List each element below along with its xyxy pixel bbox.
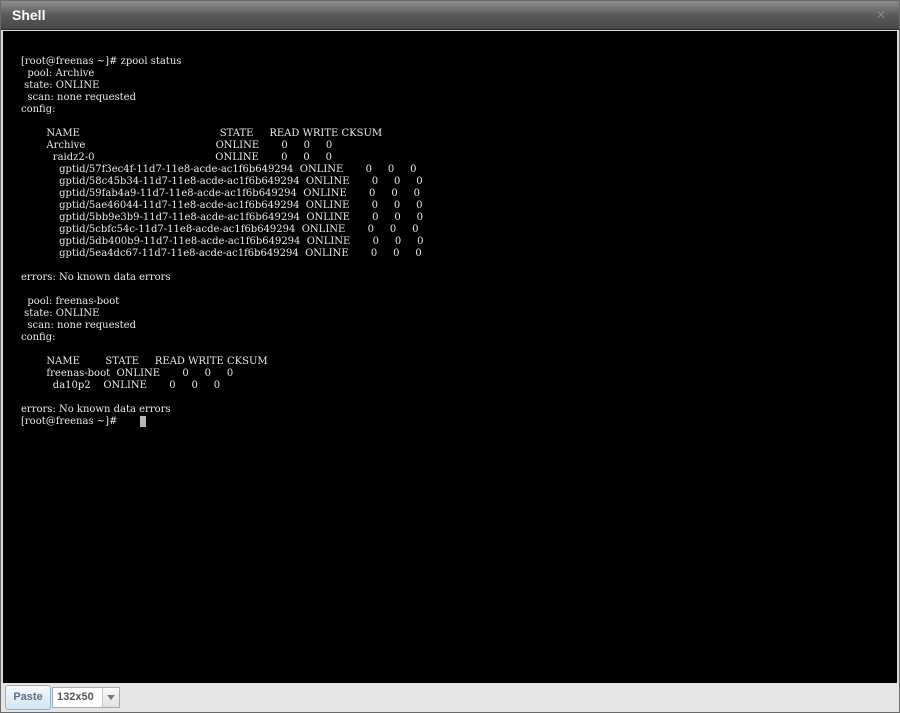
terminal-line: pool: Archive — [21, 68, 95, 79]
terminal-size-select[interactable]: 132x50 — [52, 687, 120, 708]
terminal-line: gptid/58c45b34-11d7-11e8-acde-ac1f6b6492… — [21, 176, 423, 187]
terminal-line: config: — [21, 104, 56, 115]
terminal-line: NAME STATE READ WRITE CKSUM — [21, 128, 383, 139]
terminal-line: da10p2 ONLINE 0 0 0 — [21, 380, 221, 391]
terminal-line: config: — [21, 332, 56, 343]
terminal-line: [root@freenas ~]# — [21, 416, 121, 427]
bottom-toolbar: Paste 132x50 — [1, 683, 899, 712]
terminal-line: pool: freenas-boot — [21, 296, 120, 307]
terminal-lines: [root@freenas ~]# zpool status pool: Arc… — [21, 56, 423, 428]
terminal-output[interactable]: [root@freenas ~]# zpool status pool: Arc… — [3, 31, 897, 683]
terminal-line: gptid/5ae46044-11d7-11e8-acde-ac1f6b6492… — [21, 200, 423, 211]
terminal-line: state: ONLINE — [21, 308, 100, 319]
terminal-size-value: 132x50 — [57, 691, 94, 703]
terminal-line: gptid/5bb9e3b9-11d7-11e8-acde-ac1f6b6492… — [21, 212, 424, 223]
terminal-line: gptid/5db400b9-11d7-11e8-acde-ac1f6b6492… — [21, 236, 424, 247]
terminal-line: state: ONLINE — [21, 80, 100, 91]
terminal-line: NAME STATE READ WRITE CKSUM — [21, 356, 268, 367]
terminal-line: errors: No known data errors — [21, 272, 171, 283]
window-title: Shell — [12, 7, 46, 23]
terminal-line: scan: none requested — [21, 320, 136, 331]
close-icon[interactable]: ✕ — [875, 9, 887, 21]
title-bar: Shell ✕ — [1, 1, 899, 30]
terminal-line: freenas-boot ONLINE 0 0 0 — [21, 368, 234, 379]
terminal-cursor — [140, 416, 146, 427]
paste-button[interactable]: Paste — [5, 685, 51, 710]
terminal-line: gptid/57f3ec4f-11d7-11e8-acde-ac1f6b6492… — [21, 164, 417, 175]
terminal-line: [root@freenas ~]# zpool status — [21, 56, 182, 67]
terminal-line: errors: No known data errors — [21, 404, 171, 415]
terminal-line: scan: none requested — [21, 92, 136, 103]
shell-window: Shell ✕ [root@freenas ~]# zpool status p… — [0, 0, 900, 713]
terminal-line: gptid/59fab4a9-11d7-11e8-acde-ac1f6b6492… — [21, 188, 420, 199]
terminal-line: gptid/5cbfc54c-11d7-11e8-acde-ac1f6b6492… — [21, 224, 419, 235]
terminal-line: Archive ONLINE 0 0 0 — [21, 140, 333, 151]
terminal-line: gptid/5ea4dc67-11d7-11e8-acde-ac1f6b6492… — [21, 248, 422, 259]
chevron-down-icon[interactable] — [102, 688, 119, 707]
terminal-line: raidz2-0 ONLINE 0 0 0 — [21, 152, 333, 163]
